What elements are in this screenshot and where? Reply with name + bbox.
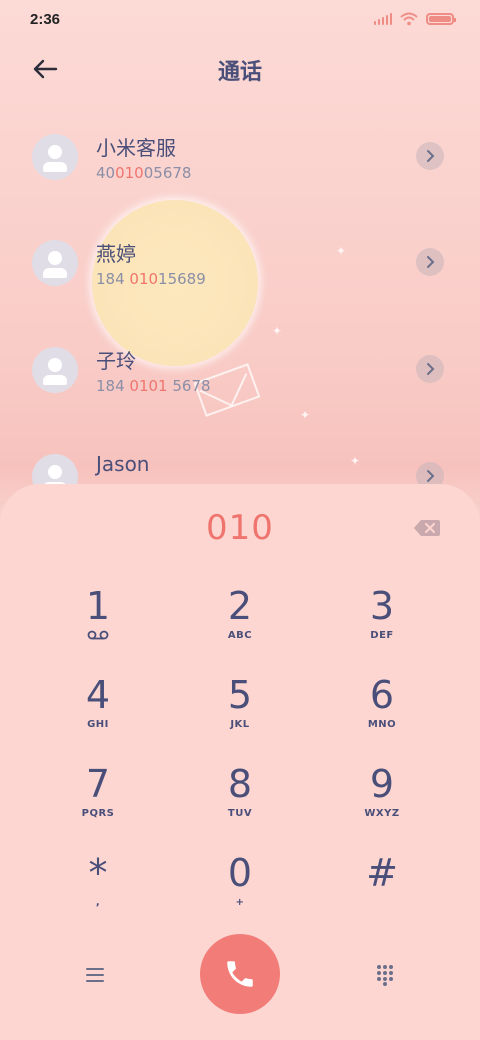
dialed-number: 010 bbox=[206, 508, 274, 548]
menu-icon bbox=[86, 968, 104, 982]
phone-icon bbox=[227, 961, 253, 987]
key-8[interactable]: 8 TUV bbox=[180, 762, 300, 842]
avatar bbox=[32, 347, 78, 393]
contact-row[interactable]: 燕婷 184 01015689 bbox=[0, 210, 480, 310]
key-7[interactable]: 7 PQRS bbox=[38, 762, 158, 842]
contact-row[interactable]: 子玲 184 0101 5678 bbox=[0, 317, 480, 417]
dialpad-icon bbox=[377, 965, 393, 986]
menu-button[interactable] bbox=[80, 962, 110, 988]
key-0[interactable]: 0 + bbox=[180, 851, 300, 931]
key-5[interactable]: 5 JKL bbox=[180, 673, 300, 753]
contact-number: 4001005678 bbox=[96, 164, 192, 182]
backspace-button[interactable] bbox=[414, 520, 440, 536]
call-button[interactable] bbox=[200, 934, 280, 1014]
contact-name: 燕婷 bbox=[96, 242, 136, 266]
status-time: 2:36 bbox=[30, 10, 61, 28]
signal-icon bbox=[374, 13, 392, 25]
contact-name: 子玲 bbox=[96, 349, 136, 373]
page-header: 通话 bbox=[0, 38, 480, 102]
key-star[interactable]: * , bbox=[38, 851, 158, 931]
contact-number: 184 01015689 bbox=[96, 270, 206, 288]
chevron-right-icon bbox=[427, 363, 435, 375]
chevron-right-icon bbox=[427, 150, 435, 162]
page-title: 通话 bbox=[217, 60, 262, 85]
dialpad-toggle-button[interactable] bbox=[370, 960, 400, 990]
chevron-right-icon bbox=[427, 470, 435, 482]
key-2[interactable]: 2 ABC bbox=[180, 584, 300, 664]
contact-name: Jason bbox=[96, 452, 150, 476]
system-icons bbox=[374, 12, 456, 26]
key-hash[interactable]: # bbox=[322, 851, 442, 931]
avatar bbox=[32, 240, 78, 286]
contact-details-button[interactable] bbox=[416, 248, 444, 276]
key-4[interactable]: 4 GHI bbox=[38, 673, 158, 753]
contact-details-button[interactable] bbox=[416, 355, 444, 383]
key-1[interactable]: 1 bbox=[38, 584, 158, 664]
key-9[interactable]: 9 WXYZ bbox=[322, 762, 442, 842]
status-bar: 2:36 bbox=[0, 0, 480, 38]
key-3[interactable]: 3 DEF bbox=[322, 584, 442, 664]
contact-number: 184 0101 5678 bbox=[96, 377, 211, 395]
key-6[interactable]: 6 MNO bbox=[322, 673, 442, 753]
chevron-right-icon bbox=[427, 256, 435, 268]
back-arrow-icon bbox=[33, 59, 58, 79]
voicemail-icon bbox=[87, 630, 109, 640]
dialer-bottom-bar bbox=[0, 934, 480, 1014]
avatar bbox=[32, 134, 78, 180]
contact-name: 小米客服 bbox=[96, 136, 176, 160]
contact-details-button[interactable] bbox=[416, 142, 444, 170]
back-button[interactable] bbox=[28, 52, 62, 86]
dialer-panel: 010 1 2 ABC 3 DEF 4 GHI 5 JKL 6 MNO 7 PQ… bbox=[0, 484, 480, 1040]
backspace-icon bbox=[414, 520, 440, 536]
battery-icon bbox=[426, 13, 456, 25]
contact-row[interactable]: 小米客服 4001005678 bbox=[0, 104, 480, 204]
wifi-icon bbox=[400, 12, 418, 26]
